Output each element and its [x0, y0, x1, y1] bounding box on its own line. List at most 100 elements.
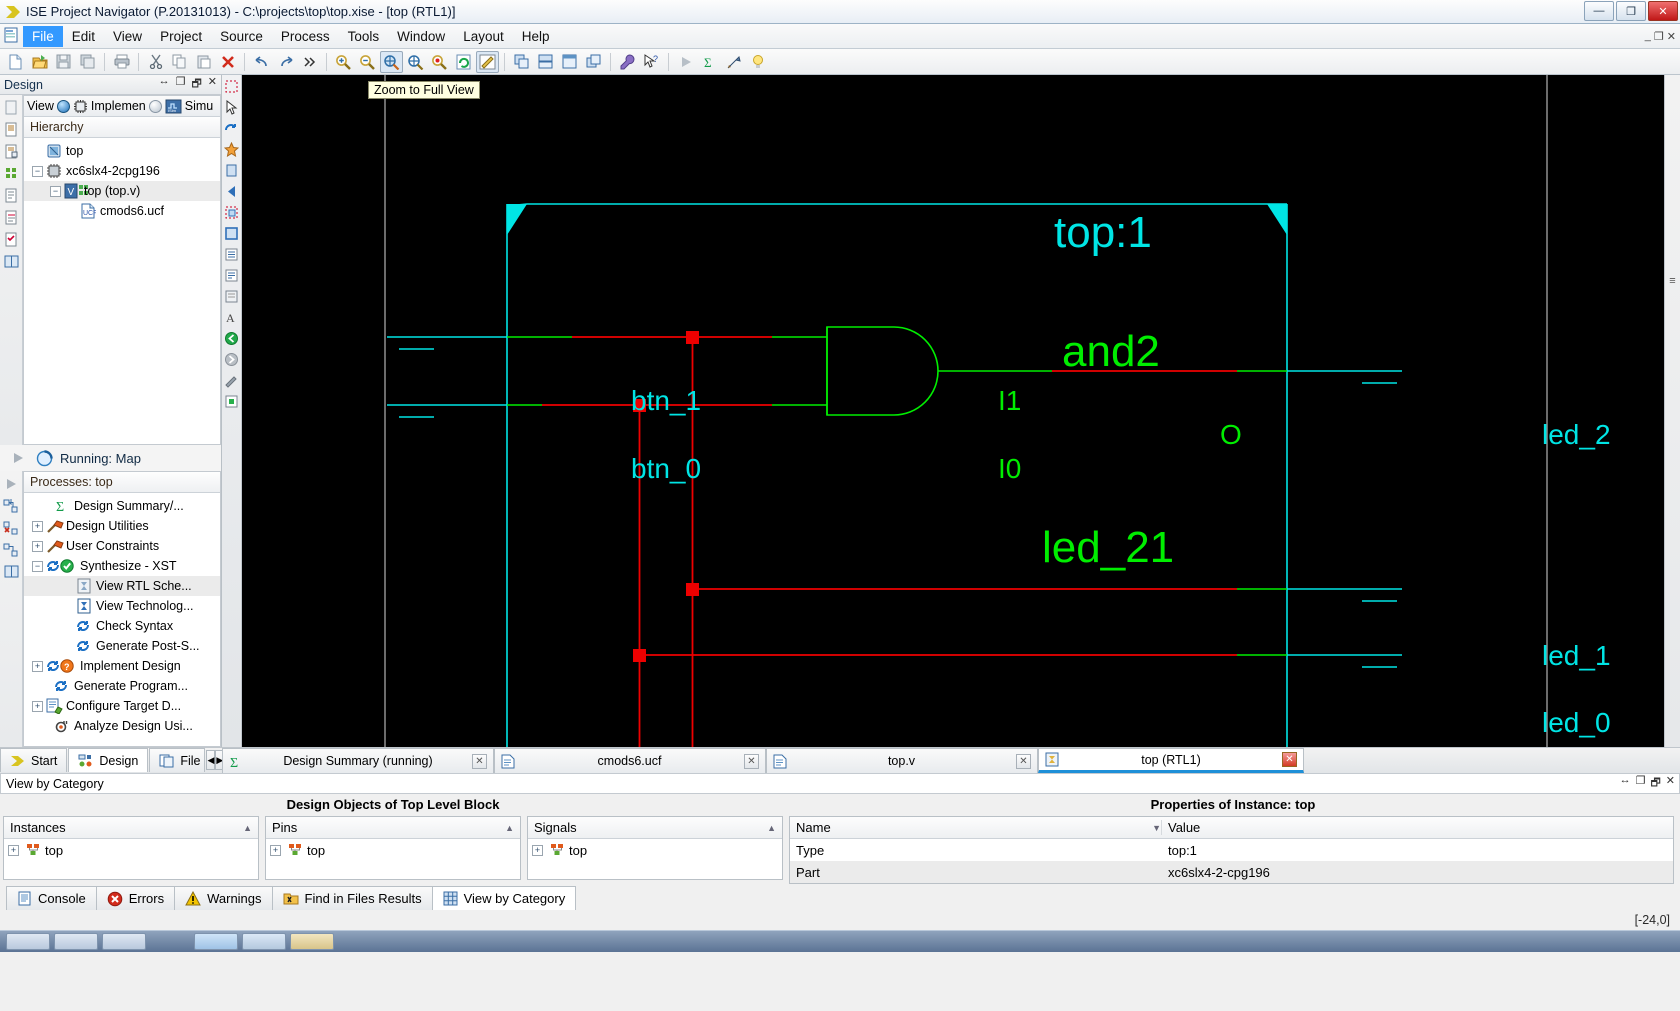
menu-item-source[interactable]: Source [211, 26, 272, 47]
add-copy-source-icon[interactable] [2, 142, 21, 161]
new-file-icon[interactable] [4, 51, 27, 73]
process-item-check-syntax[interactable]: Check Syntax [24, 616, 220, 636]
rtl-export-icon[interactable] [222, 392, 241, 411]
page-view-icon[interactable] [222, 224, 241, 243]
minimize-button[interactable]: — [1584, 1, 1614, 21]
status-tab-errors[interactable]: Errors [95, 886, 176, 910]
taskbar-item[interactable] [242, 933, 286, 950]
properties-column-value[interactable]: Value [1162, 820, 1673, 835]
process-item-view-rtl-schematic[interactable]: View RTL Sche... [24, 576, 220, 596]
view-radio-simulation[interactable] [148, 99, 162, 113]
process-item-user-constraints[interactable]: + User Constraints [24, 536, 220, 556]
process-view-split-icon[interactable] [2, 562, 21, 581]
process-item-design-summary[interactable]: Σ Design Summary/... [24, 496, 220, 516]
menu-item-edit[interactable]: Edit [63, 26, 104, 47]
expander-minus-icon[interactable]: − [50, 185, 61, 197]
status-tab-warnings[interactable]: Warnings [174, 886, 273, 910]
open-file-icon[interactable] [28, 51, 51, 73]
process-item-generate-post-synthesis[interactable]: Generate Post-S... [24, 636, 220, 656]
tree-item-top-module[interactable]: − V top (top.v) [24, 181, 220, 201]
menu-item-window[interactable]: Window [388, 26, 454, 47]
expander-plus-icon[interactable]: + [32, 700, 43, 712]
doc-tab-cmods6-ucf[interactable]: cmods6.ucf ✕ [494, 748, 766, 773]
expander-plus-icon[interactable]: + [270, 844, 281, 856]
process-item-analyze-design-using-chipscope[interactable]: Analyze Design Usi... [24, 716, 220, 736]
toggle-marker-icon[interactable] [476, 50, 499, 73]
float-icon[interactable]: ↔ [1620, 774, 1631, 793]
pins-listbox[interactable]: Pins ▲ + top [265, 816, 521, 880]
status-tab-view-by-category[interactable]: View by Category [431, 886, 577, 910]
pins-header[interactable]: Pins ▲ [266, 817, 520, 839]
refresh-icon[interactable] [452, 51, 475, 73]
expander-minus-icon[interactable]: − [32, 560, 43, 572]
delete-icon[interactable] [216, 51, 239, 73]
properties-grid[interactable]: Name ▼ Value Type top:1 Part xc6slx4-2-c… [789, 816, 1674, 884]
doc-tab-design-summary[interactable]: Σ Design Summary (running) ✕ [222, 748, 494, 773]
manage-config-icon[interactable] [2, 164, 21, 183]
mdi-close-button[interactable]: ✕ [1667, 30, 1676, 43]
zoom-to-box-icon[interactable] [404, 51, 427, 73]
restore-icon[interactable]: 🗗 [1650, 774, 1660, 793]
sort-descending-icon[interactable]: ▼ [1152, 823, 1161, 833]
undo-icon[interactable] [250, 51, 273, 73]
redo-icon[interactable] [274, 51, 297, 73]
add-to-schematic-icon[interactable] [222, 140, 241, 159]
tree-item-device[interactable]: − xc6slx4-2cpg196 [24, 161, 220, 181]
wrench-icon[interactable] [616, 51, 639, 73]
run-all-icon[interactable] [2, 474, 21, 493]
close-icon[interactable]: ✕ [472, 753, 487, 769]
table-row[interactable]: Type top:1 [790, 839, 1673, 861]
design-summary-icon[interactable] [2, 186, 21, 205]
back-nav-icon[interactable] [222, 329, 241, 348]
select-area-icon[interactable] [222, 77, 241, 96]
tree-item-project[interactable]: top [24, 141, 220, 161]
instances-listbox[interactable]: Instances ▲ + top [3, 816, 259, 880]
tab-scroll-left-button[interactable]: ◀ [206, 750, 216, 770]
stop-process-icon[interactable] [2, 540, 21, 559]
new-window-icon[interactable] [558, 51, 581, 73]
status-tab-find-in-files-results[interactable]: Find in Files Results [271, 886, 433, 910]
expander-minus-icon[interactable]: − [32, 165, 43, 177]
tile-vertical-icon[interactable] [534, 51, 557, 73]
toggle-net-icon[interactable] [222, 119, 241, 138]
taskbar-item[interactable] [194, 933, 238, 950]
process-item-view-technology-schematic[interactable]: View Technolog... [24, 596, 220, 616]
taskbar-item[interactable] [102, 933, 146, 950]
cut-icon[interactable] [144, 51, 167, 73]
rerun-all-icon[interactable] [2, 518, 21, 537]
expander-plus-icon[interactable]: + [32, 520, 43, 532]
signals-listbox[interactable]: Signals ▲ + top [527, 816, 783, 880]
print-icon[interactable] [110, 51, 133, 73]
checkbox-report-icon[interactable] [2, 230, 21, 249]
zoom-region-icon[interactable] [222, 203, 241, 222]
print-schematic-icon[interactable] [222, 287, 241, 306]
new-source-icon[interactable] [2, 98, 21, 117]
maximize-button[interactable]: ❐ [1616, 1, 1646, 21]
menu-item-tools[interactable]: Tools [339, 26, 389, 47]
close-button[interactable]: ✕ [1648, 1, 1678, 21]
mdi-minimize-button[interactable]: _ [1645, 30, 1651, 43]
rtl-schematic-canvas[interactable]: A Zoom to Full View top:1 and2 led_21 bt… [222, 75, 1664, 747]
taskbar-item[interactable] [290, 933, 334, 950]
sort-ascending-icon[interactable]: ▲ [505, 823, 514, 833]
save-icon[interactable] [52, 51, 75, 73]
expander-plus-icon[interactable]: + [32, 540, 43, 552]
view-option-implementation[interactable]: Implemen [91, 99, 146, 113]
zoom-selection-icon[interactable] [428, 51, 451, 73]
overflow-chevron-icon[interactable] [298, 51, 321, 73]
rename-icon[interactable] [222, 371, 241, 390]
menu-item-process[interactable]: Process [272, 26, 339, 47]
mdi-restore-button[interactable]: ❐ [1654, 30, 1664, 43]
table-row[interactable]: Part xc6slx4-2-cpg196 [790, 861, 1673, 883]
back-icon[interactable] [222, 182, 241, 201]
zoom-full-view-icon[interactable] [380, 50, 403, 73]
properties-column-name[interactable]: Name ▼ [790, 820, 1162, 835]
process-item-generate-programming-file[interactable]: Generate Program... [24, 676, 220, 696]
taskbar-item[interactable] [54, 933, 98, 950]
process-item-design-utilities[interactable]: + Design Utilities [24, 516, 220, 536]
rerun-icon[interactable] [2, 496, 21, 515]
save-all-icon[interactable] [76, 51, 99, 73]
report-icon[interactable] [2, 208, 21, 227]
zoom-out-icon[interactable] [356, 51, 379, 73]
whats-this-icon[interactable]: ? [640, 51, 663, 73]
